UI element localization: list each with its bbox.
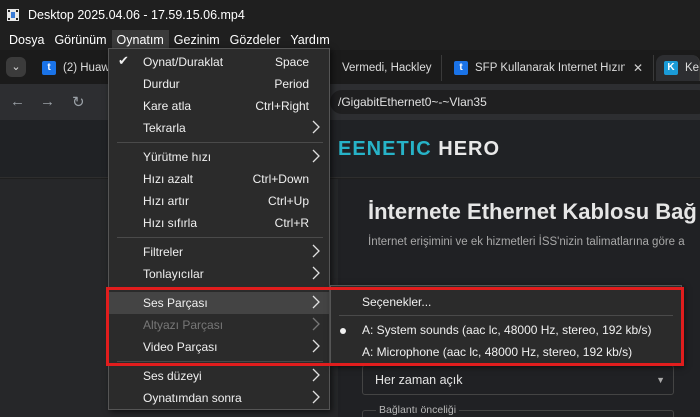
- submenu-arrow-icon: [312, 368, 320, 382]
- menu-item-video-track[interactable]: Video Parçası: [109, 336, 329, 358]
- tab-favicon-icon: t: [42, 61, 56, 75]
- tab-close-icon[interactable]: ✕: [633, 61, 643, 75]
- menu-item-shaders[interactable]: Tonlayıcılar: [109, 263, 329, 285]
- menu-help[interactable]: Yardım: [285, 30, 334, 50]
- caret-down-icon: ▼: [656, 375, 665, 385]
- menu-item-increase-rate[interactable]: Hızı artır Ctrl+Up: [109, 190, 329, 212]
- menu-separator: [339, 315, 673, 316]
- select-value: Her zaman açık: [375, 373, 463, 387]
- menu-playback[interactable]: Oynatım: [111, 30, 169, 50]
- tab-favicon-icon: K: [664, 61, 678, 75]
- window-title: Desktop 2025.04.06 - 17.59.15.06.mp4: [28, 8, 245, 22]
- tab-list-chevron-icon[interactable]: ⌄: [6, 57, 26, 77]
- menu-item-filters[interactable]: Filtreler: [109, 241, 329, 263]
- submenu-arrow-icon: [312, 317, 320, 331]
- check-icon: ✔: [118, 53, 129, 68]
- menu-separator: [117, 288, 323, 289]
- page-description: İnternet erişimini ve ek hizmetleri İSS'…: [368, 236, 685, 248]
- browser-tab[interactable]: Vermedi, Hackley ✕: [334, 55, 442, 81]
- reload-icon[interactable]: ↻: [72, 93, 85, 111]
- submenu-arrow-icon: [312, 120, 320, 134]
- forward-arrow-icon[interactable]: →: [40, 93, 55, 110]
- menu-bar: Dosya Görünüm Oynatım Gezinim Gözdeler Y…: [0, 30, 700, 50]
- menu-item-repeat[interactable]: Tekrarla: [109, 117, 329, 139]
- keenetic-logo: EENETIC HERO: [338, 138, 501, 160]
- submenu-arrow-icon: [312, 266, 320, 280]
- submenu-item-system-sounds[interactable]: A: System sounds (aac lc, 48000 Hz, ster…: [331, 319, 681, 341]
- media-player-app-icon: [6, 8, 20, 22]
- submenu-item-microphone[interactable]: A: Microphone (aac lc, 48000 Hz, stereo,…: [331, 341, 681, 363]
- address-bar[interactable]: /GigabitEthernet0~-~Vlan35: [330, 90, 700, 114]
- menu-item-reset-rate[interactable]: Hızı sıfırla Ctrl+R: [109, 212, 329, 234]
- menu-separator: [117, 142, 323, 143]
- title-bar: Desktop 2025.04.06 - 17.59.15.06.mp4: [0, 0, 700, 30]
- tab-label: SFP Kullanarak İnternet Hızınızı: [475, 62, 625, 74]
- submenu-arrow-icon: [312, 295, 320, 309]
- menu-item-subtitle-track[interactable]: Altyazı Parçası: [109, 314, 329, 336]
- browser-tab[interactable]: t SFP Kullanarak İnternet Hızınızı ✕: [446, 55, 654, 81]
- menu-item-playback-rate[interactable]: Yürütme hızı: [109, 146, 329, 168]
- menu-item-frame-step[interactable]: Kare atla Ctrl+Right: [109, 95, 329, 117]
- site-header: EENETIC HERO: [0, 120, 700, 178]
- submenu-arrow-icon: [312, 149, 320, 163]
- playback-menu: ✔ Oynat/Duraklat Space Durdur Period Kar…: [108, 48, 330, 410]
- radio-selected-icon: [340, 328, 346, 334]
- connection-mode-select[interactable]: Her zaman açık ▼: [362, 365, 674, 395]
- menu-navigate[interactable]: Gezinim: [169, 30, 225, 50]
- menu-separator: [117, 237, 323, 238]
- menu-item-after-playback[interactable]: Oynatımdan sonra: [109, 387, 329, 409]
- submenu-arrow-icon: [312, 339, 320, 353]
- browser-tab-strip: ⌄ t (2) Huawei Vermedi, Hackley ✕ t SFP …: [0, 50, 700, 84]
- page-title: İnternete Ethernet Kablosu Bağ: [368, 199, 697, 224]
- browser-toolbar: ← → ↻ /GigabitEthernet0~-~Vlan35: [0, 84, 700, 120]
- menu-favorites[interactable]: Gözdeler: [225, 30, 286, 50]
- submenu-item-options[interactable]: Seçenekler...: [331, 291, 681, 313]
- fieldset-label: Bağlantı önceliği: [376, 404, 460, 416]
- menu-item-stop[interactable]: Durdur Period: [109, 73, 329, 95]
- tab-close-icon[interactable]: ✕: [439, 61, 441, 75]
- tab-label: Kee: [685, 62, 700, 74]
- menu-file[interactable]: Dosya: [4, 30, 49, 50]
- browser-tab-active[interactable]: K Kee: [656, 55, 700, 81]
- menu-item-audio-track[interactable]: Ses Parçası: [109, 292, 329, 314]
- menu-separator: [117, 361, 323, 362]
- submenu-arrow-icon: [312, 244, 320, 258]
- tab-favicon-icon: t: [454, 61, 468, 75]
- audio-track-submenu: Seçenekler... A: System sounds (aac lc, …: [330, 285, 682, 365]
- submenu-arrow-icon: [312, 390, 320, 404]
- tab-label: Vermedi, Hackley: [342, 62, 432, 74]
- menu-item-play-pause[interactable]: ✔ Oynat/Duraklat Space: [109, 51, 329, 73]
- menu-view[interactable]: Görünüm: [49, 30, 111, 50]
- menu-item-volume[interactable]: Ses düzeyi: [109, 365, 329, 387]
- menu-item-decrease-rate[interactable]: Hızı azalt Ctrl+Down: [109, 168, 329, 190]
- back-arrow-icon[interactable]: ←: [10, 93, 25, 110]
